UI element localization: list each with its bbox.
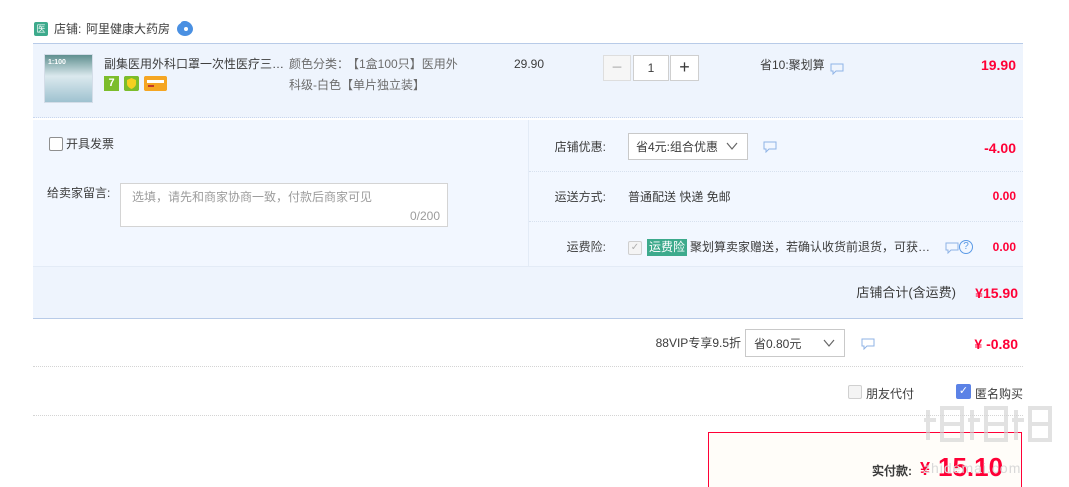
insurance-label: 运费险:: [566, 240, 606, 254]
shipping-label: 运送方式:: [554, 190, 606, 204]
shop-promo-selected: 省4元:组合优惠: [636, 140, 719, 154]
product-title-link[interactable]: 副集医用外科口罩一次性医疗三层灭菌独立包装: [104, 57, 286, 72]
shop-promo-label: 店铺优惠:: [554, 140, 606, 154]
vip-discount-selected: 省0.80元: [754, 337, 802, 351]
credit-card-icon: [144, 76, 167, 91]
sku-label: 颜色分类：: [289, 57, 350, 71]
wangwang-chat-icon[interactable]: [176, 20, 194, 37]
shipping-method: 普通配送 快递 免邮: [628, 190, 731, 204]
shipping-fee: 0.00: [992, 189, 1016, 203]
divider: [33, 366, 1023, 367]
payment-label: 实付款:: [872, 464, 912, 478]
seven-day-return-icon: 7: [104, 76, 119, 91]
item-discount-text: 省10:聚划算: [760, 58, 825, 72]
guarantee-shield-icon: [124, 76, 139, 91]
comment-icon[interactable]: [830, 63, 844, 75]
invoice-label[interactable]: 开具发票: [66, 137, 114, 152]
quantity-decrease-button[interactable]: −: [603, 55, 631, 81]
seller-message-placeholder: 选填，请先和商家协商一致，付款后商家可见: [132, 190, 373, 204]
shop-label: 店铺:: [54, 22, 82, 36]
chevron-down-icon: [726, 142, 738, 150]
unit-price: 29.90: [514, 57, 545, 71]
shop-name-link[interactable]: 阿里健康大药房: [86, 22, 170, 37]
divider: [33, 415, 1023, 416]
friend-pay-checkbox[interactable]: [848, 385, 862, 399]
vip-discount-amount: ¥ -0.80: [974, 336, 1018, 352]
shop-total-label: 店铺合计(含运费): [856, 285, 956, 300]
watermark-text: zhidemai.com: [923, 460, 1022, 476]
item-subtotal: 19.90: [980, 57, 1016, 73]
sku-value-cont: 科级-白色【单片独立装】: [289, 78, 425, 92]
order-item-row: [33, 43, 1023, 118]
friend-pay-label[interactable]: 朋友代付: [866, 387, 914, 402]
shop-type-badge: 医: [34, 22, 48, 36]
insurance-description: 聚划算卖家赠送，若确认收货前退货，可获得保险赔付: [690, 240, 932, 254]
quantity-input[interactable]: 1: [633, 55, 669, 81]
divider: [529, 171, 1023, 172]
insurance-tag: 运费险: [647, 239, 688, 256]
seller-message-label: 给卖家留言:: [47, 186, 111, 200]
divider: [529, 221, 1023, 222]
invoice-checkbox[interactable]: [49, 137, 63, 151]
quantity-increase-button[interactable]: +: [670, 55, 699, 81]
product-thumbnail-text: 1:100: [48, 59, 66, 66]
sku-value: 【1盒100只】医用外: [347, 57, 458, 71]
shop-total-amount: ¥15.90: [975, 285, 1018, 301]
insurance-fee: 0.00: [992, 240, 1016, 254]
comment-icon[interactable]: [861, 338, 875, 350]
insurance-checkbox: ✓: [628, 241, 642, 255]
chevron-down-icon: [823, 339, 835, 347]
comment-icon[interactable]: [763, 141, 777, 153]
shop-promo-amount: -4.00: [984, 140, 1016, 156]
message-char-count: 0/200: [409, 209, 440, 223]
anonymous-checkbox[interactable]: ✓: [956, 384, 971, 399]
vip-discount-label: 88VIP专享9.5折: [655, 336, 741, 350]
